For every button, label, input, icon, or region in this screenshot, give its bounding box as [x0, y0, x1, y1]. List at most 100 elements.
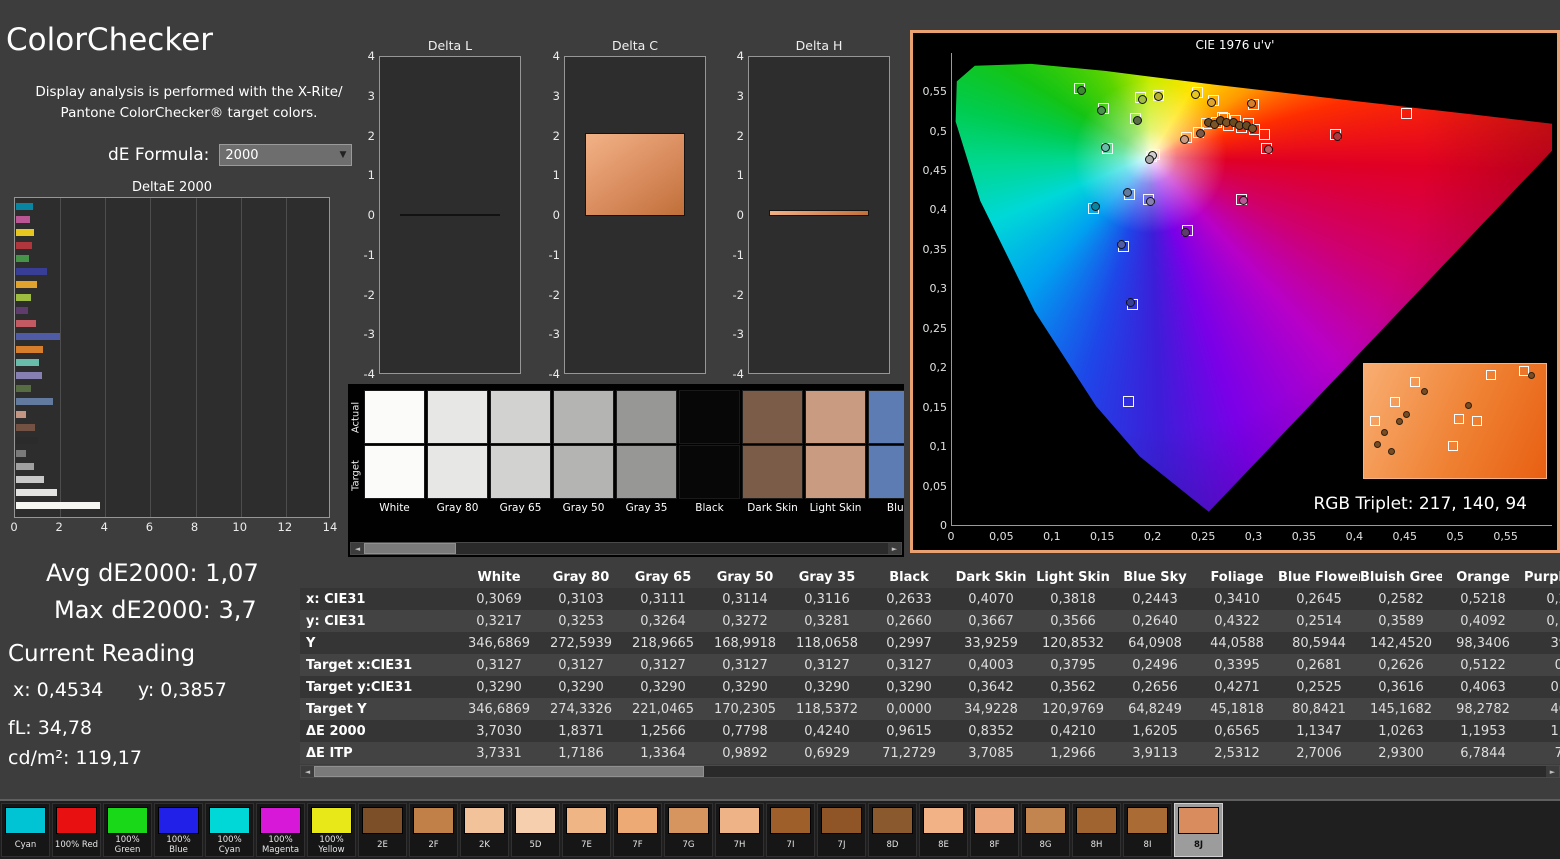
patch-8g[interactable]: 8G [1021, 803, 1070, 857]
measured-point [1248, 124, 1257, 133]
patch-100-cyan[interactable]: 100% Cyan [205, 803, 254, 857]
swatch-panel: Actual Target WhiteGray 80Gray 65Gray 50… [348, 384, 904, 557]
patch-2k[interactable]: 2K [460, 803, 509, 857]
column-header-gray-35: Gray 35 [786, 566, 868, 588]
y-tick-label: -4 [724, 367, 744, 381]
table-cell: 0,9615 [868, 720, 950, 742]
table-cell: 64,0908 [1114, 632, 1196, 654]
inset-target-point [1472, 416, 1482, 426]
table-cell: 0,3127 [704, 654, 786, 676]
x-tick-label: 0,4 [1346, 530, 1364, 543]
patch-7i[interactable]: 7I [766, 803, 815, 857]
scrollbar-track[interactable] [314, 766, 1546, 777]
patch-7j[interactable]: 7J [817, 803, 866, 857]
patch-8h[interactable]: 8H [1072, 803, 1121, 857]
table-cell: 272,5939 [540, 632, 622, 654]
patch-label: 7H [716, 835, 763, 856]
table-cell: 0,19 [1524, 676, 1560, 698]
swatch-actual [616, 390, 677, 444]
patch-5d[interactable]: 5D [511, 803, 560, 857]
swatch-target [742, 445, 803, 499]
patch-label: 100% Cyan [206, 835, 253, 856]
patch-2e[interactable]: 2E [358, 803, 407, 857]
swatch-label: Black [679, 502, 740, 514]
row-label: x: CIE31 [300, 588, 458, 610]
de-bar-cyan [16, 203, 33, 210]
table-scrollbar[interactable]: ◄ ► [300, 765, 1560, 778]
table-cell: 0,4070 [950, 588, 1032, 610]
patch-7f[interactable]: 7F [613, 803, 662, 857]
chart-title: Delta C [564, 38, 706, 53]
de-formula-row: dE Formula: 2000 ▼ [108, 144, 352, 166]
patch-100-green[interactable]: 100% Green [103, 803, 152, 857]
description: Display analysis is performed with the X… [28, 82, 350, 124]
table-cell: 0,3111 [622, 588, 704, 610]
column-header-orange: Orange [1442, 566, 1524, 588]
table-cell: 98,2782 [1442, 698, 1524, 720]
swatch-label: White [364, 502, 425, 514]
patch-2f[interactable]: 2F [409, 803, 458, 857]
color-swatch [1025, 807, 1066, 834]
measured-point [1145, 155, 1154, 164]
table-cell: 0,4003 [950, 654, 1032, 676]
table-cell: 0,3667 [950, 610, 1032, 632]
patch-8i[interactable]: 8I [1123, 803, 1172, 857]
swatch-target [364, 445, 425, 499]
patch-100-red[interactable]: 100% Red [52, 803, 101, 857]
avg-de2000: Avg dE2000: 1,07 [46, 559, 259, 587]
deltae-chart-title: DeltaE 2000 [14, 180, 330, 195]
column-header-bluish-green: Bluish Green [1360, 566, 1442, 588]
patch-cyan[interactable]: Cyan [1, 803, 50, 857]
measured-point [1138, 95, 1147, 104]
y-tick-label: 0,05 [919, 480, 947, 493]
patch-7h[interactable]: 7H [715, 803, 764, 857]
table-cell: 0,3127 [458, 654, 540, 676]
patch-8j[interactable]: 8J [1174, 803, 1223, 857]
swatch-label: Light Skin [805, 502, 866, 514]
y-tick-label: -1 [355, 248, 375, 262]
color-swatch [5, 807, 46, 834]
table-cell: 0,2582 [1360, 588, 1442, 610]
inset-target-point [1370, 416, 1380, 426]
swatch-actual [868, 390, 904, 444]
chart-title: Delta H [748, 38, 890, 53]
table-cell: 39,9 [1524, 632, 1560, 654]
scrollbar-thumb[interactable] [364, 543, 456, 554]
scrollbar-thumb[interactable] [314, 766, 704, 777]
de-formula-dropdown[interactable]: 2000 ▼ [219, 144, 352, 166]
scroll-left-icon[interactable]: ◄ [351, 543, 364, 554]
scrollbar-track[interactable] [364, 543, 888, 554]
patch-8f[interactable]: 8F [970, 803, 1019, 857]
delta-bar [400, 214, 501, 216]
actual-row-label: Actual [351, 395, 362, 441]
table-cell: 0,3818 [1032, 588, 1114, 610]
patch-100-yellow[interactable]: 100% Yellow [307, 803, 356, 857]
scroll-left-icon[interactable]: ◄ [301, 766, 314, 777]
x-tick-label: 4 [101, 520, 108, 534]
color-swatch [770, 807, 811, 834]
de-bar-bluish-green [16, 359, 39, 366]
patch-7g[interactable]: 7G [664, 803, 713, 857]
patch-100-magenta[interactable]: 100% Magenta [256, 803, 305, 857]
table-cell: 0,8352 [950, 720, 1032, 742]
patch-7e[interactable]: 7E [562, 803, 611, 857]
patch-label: 100% Yellow [308, 835, 355, 856]
table-cell: 1,1347 [1278, 720, 1360, 742]
patch-8e[interactable]: 8E [919, 803, 968, 857]
table-cell: 0,3069 [458, 588, 540, 610]
table-cell: 0,2443 [1114, 588, 1196, 610]
swatch-label: Blue [868, 502, 904, 514]
table-cell: 2,5312 [1196, 742, 1278, 764]
de-bar-gray-65 [16, 476, 44, 483]
patch-8d[interactable]: 8D [868, 803, 917, 857]
y-tick-label: 2 [540, 129, 560, 143]
scroll-right-icon[interactable]: ► [888, 543, 901, 554]
patch-100-blue[interactable]: 100% Blue [154, 803, 203, 857]
scroll-right-icon[interactable]: ► [1546, 766, 1559, 777]
measurement-table-panel: WhiteGray 80Gray 65Gray 50Gray 35BlackDa… [300, 566, 1560, 782]
deltae-bar-chart [14, 197, 330, 518]
row-label: y: CIE31 [300, 610, 458, 632]
swatch-label: Dark Skin [742, 502, 803, 514]
de-bar-purple [16, 307, 28, 314]
swatch-scrollbar[interactable]: ◄ ► [350, 542, 902, 555]
